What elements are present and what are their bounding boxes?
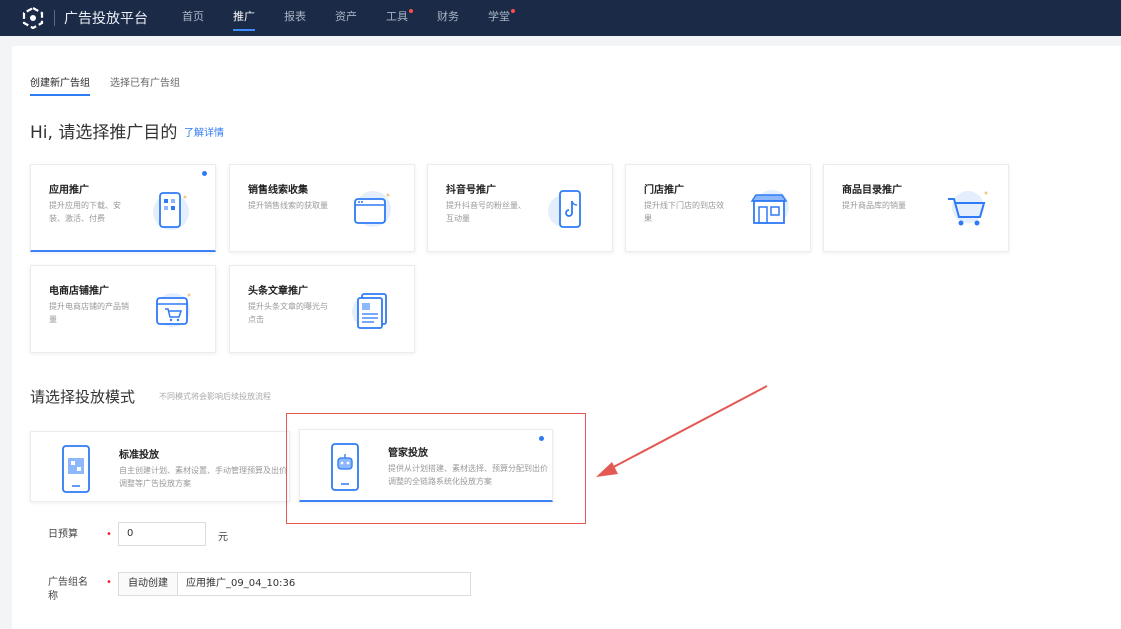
douyin-phone-icon — [548, 190, 581, 228]
shop-cart-window-icon — [156, 293, 191, 327]
purpose-card-douyin[interactable]: 抖音号推广 提升抖音号的粉丝量、互动量 — [427, 164, 613, 252]
budget-label: 日预算 — [48, 529, 78, 540]
card-title: 电商店铺推广 — [49, 286, 109, 297]
card-desc: 提升销售线索的获取量 — [248, 201, 328, 210]
ad-group-name-label: 广告组名称 — [48, 577, 88, 602]
card-title: 抖音号推广 — [446, 185, 496, 196]
budget-unit: 元 — [218, 532, 228, 543]
learn-more-link[interactable]: 了解详情 — [184, 124, 224, 139]
tab-create-ad-group[interactable]: 创建新广告组 — [30, 74, 90, 96]
shopping-cart-icon — [948, 191, 988, 226]
card-title: 头条文章推广 — [248, 286, 308, 297]
nav-item-academy[interactable]: 学堂 — [488, 0, 515, 36]
card-desc: 提升线下门店的到店效果 — [644, 201, 724, 223]
phone-app-icon — [153, 192, 189, 230]
card-desc: 提升抖音号的粉丝量、互动量 — [446, 201, 526, 223]
mode-title: 请选择投放模式 — [30, 388, 136, 406]
purpose-card-app[interactable]: 应用推广 提升应用的下载、安装、激活、付费 — [30, 164, 216, 252]
nav-item-finance[interactable]: 财务 — [437, 0, 459, 36]
purpose-card-catalog[interactable]: 商品目录推广 提升商品库的销量 — [823, 164, 1009, 252]
mode-desc-text: 自主创建计划、素材设置、手动管理预算及出价调整等广告投放方案 — [119, 466, 287, 488]
annotation-highlight-box — [286, 413, 586, 524]
brand-divider — [54, 10, 55, 26]
daily-budget-input[interactable]: 0 — [118, 522, 206, 546]
main-panel: 创建新广告组 选择已有广告组 Hi, 请选择推广目的 了解详情 应用推广 提升应… — [12, 46, 1121, 629]
notification-dot — [409, 9, 413, 13]
purpose-card-article[interactable]: 头条文章推广 提升头条文章的曝光与点击 — [229, 265, 415, 353]
purpose-card-leads[interactable]: 销售线索收集 提升销售线索的获取量 — [229, 164, 415, 252]
nav-item-tools[interactable]: 工具 — [386, 0, 413, 36]
required-marker: • — [106, 529, 112, 540]
storefront-icon — [750, 190, 789, 224]
card-desc: 提升商品库的销量 — [842, 201, 906, 210]
ad-group-tabs: 创建新广告组 选择已有广告组 — [30, 74, 200, 96]
card-desc: 提升电商店铺的产品销量 — [49, 302, 129, 324]
card-title: 销售线索收集 — [248, 185, 308, 196]
purpose-card-ecommerce-shop[interactable]: 电商店铺推广 提升电商店铺的产品销量 — [30, 265, 216, 353]
nav-item-assets[interactable]: 资产 — [335, 0, 357, 36]
main-nav: 首页 推广 报表 资产 工具 财务 学堂 — [182, 0, 539, 36]
purpose-card-store[interactable]: 门店推广 提升线下门店的到店效果 — [625, 164, 811, 252]
card-title: 商品目录推广 — [842, 185, 902, 196]
ad-group-name-input[interactable]: 应用推广_09_04_10:36 — [177, 572, 471, 596]
nav-item-home[interactable]: 首页 — [182, 0, 204, 36]
card-title: 应用推广 — [49, 185, 89, 196]
card-title: 门店推广 — [644, 185, 684, 196]
tab-select-existing-ad-group[interactable]: 选择已有广告组 — [110, 74, 180, 96]
top-navigation-bar: 广告投放平台 首页 推广 报表 资产 工具 财务 学堂 — [0, 0, 1121, 36]
platform-title: 广告投放平台 — [64, 11, 148, 27]
nav-item-reports[interactable]: 报表 — [284, 0, 306, 36]
mode-subtitle: 不同模式将会影响后续投放流程 — [159, 392, 271, 401]
annotation-arrow — [596, 385, 768, 477]
card-desc: 提升头条文章的曝光与点击 — [248, 302, 328, 324]
logo-icon[interactable] — [22, 7, 44, 29]
required-marker: • — [106, 577, 112, 588]
auto-create-button[interactable]: 自动创建 — [118, 572, 178, 596]
card-desc: 提升应用的下载、安装、激活、付费 — [49, 201, 121, 223]
mode-card-standard[interactable]: 标准投放 自主创建计划、素材设置、手动管理预算及出价调整等广告投放方案 — [30, 431, 290, 502]
mode-title-text: 标准投放 — [119, 450, 159, 461]
selected-dot — [202, 171, 207, 176]
purpose-title: Hi, 请选择推广目的 — [30, 123, 178, 143]
nav-item-promotion[interactable]: 推广 — [233, 0, 255, 36]
notification-dot — [511, 9, 515, 13]
phone-qr-icon — [62, 445, 90, 493]
article-document-icon — [352, 293, 387, 329]
browser-window-icon — [354, 191, 391, 227]
